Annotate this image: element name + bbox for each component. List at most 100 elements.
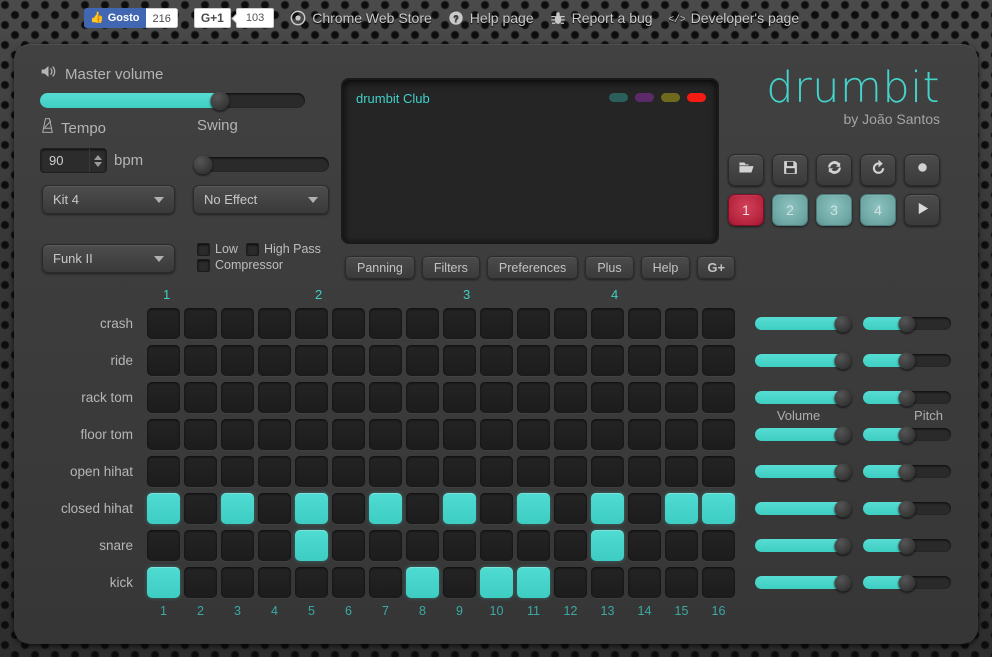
pitch-slider-snare[interactable] bbox=[863, 537, 951, 554]
step-cell-crash-1[interactable] bbox=[147, 308, 180, 339]
step-cell-snare-5[interactable] bbox=[295, 530, 328, 561]
step-cell-snare-2[interactable] bbox=[184, 530, 217, 561]
tempo-spinner-arrows[interactable] bbox=[89, 149, 106, 172]
step-cell-closed-hihat-4[interactable] bbox=[258, 493, 291, 524]
step-cell-crash-8[interactable] bbox=[406, 308, 439, 339]
step-cell-kick-10[interactable] bbox=[480, 567, 513, 598]
facebook-like-button[interactable]: 👍 Gosto 216 bbox=[84, 8, 178, 28]
step-cell-snare-12[interactable] bbox=[554, 530, 587, 561]
step-cell-kick-15[interactable] bbox=[665, 567, 698, 598]
step-cell-snare-8[interactable] bbox=[406, 530, 439, 561]
step-cell-floor-tom-15[interactable] bbox=[665, 419, 698, 450]
topbar-link-help-page[interactable]: ? Help page bbox=[448, 10, 534, 26]
help-button[interactable]: Help bbox=[640, 256, 691, 279]
step-cell-snare-15[interactable] bbox=[665, 530, 698, 561]
step-cell-snare-10[interactable] bbox=[480, 530, 513, 561]
step-cell-kick-8[interactable] bbox=[406, 567, 439, 598]
step-cell-rack-tom-16[interactable] bbox=[702, 382, 735, 413]
volume-knob-floor-tom[interactable] bbox=[834, 426, 852, 443]
step-cell-rack-tom-2[interactable] bbox=[184, 382, 217, 413]
gplus-widget[interactable]: G+1 103 bbox=[193, 8, 275, 28]
step-cell-snare-7[interactable] bbox=[369, 530, 402, 561]
step-cell-ride-6[interactable] bbox=[332, 345, 365, 376]
step-cell-rack-tom-13[interactable] bbox=[591, 382, 624, 413]
undo-button[interactable] bbox=[860, 154, 896, 186]
step-cell-open-hihat-1[interactable] bbox=[147, 456, 180, 487]
pattern-button-1[interactable]: 1 bbox=[728, 194, 764, 226]
step-cell-closed-hihat-7[interactable] bbox=[369, 493, 402, 524]
step-cell-closed-hihat-13[interactable] bbox=[591, 493, 624, 524]
step-cell-rack-tom-15[interactable] bbox=[665, 382, 698, 413]
step-cell-closed-hihat-12[interactable] bbox=[554, 493, 587, 524]
swing-knob[interactable] bbox=[193, 155, 213, 174]
step-cell-kick-16[interactable] bbox=[702, 567, 735, 598]
step-cell-closed-hihat-8[interactable] bbox=[406, 493, 439, 524]
step-cell-open-hihat-8[interactable] bbox=[406, 456, 439, 487]
pitch-knob-rack-tom[interactable] bbox=[898, 389, 916, 406]
step-cell-kick-11[interactable] bbox=[517, 567, 550, 598]
step-cell-snare-9[interactable] bbox=[443, 530, 476, 561]
step-cell-rack-tom-9[interactable] bbox=[443, 382, 476, 413]
preferences-button[interactable]: Preferences bbox=[486, 256, 579, 279]
step-cell-rack-tom-11[interactable] bbox=[517, 382, 550, 413]
step-cell-ride-7[interactable] bbox=[369, 345, 402, 376]
step-cell-ride-9[interactable] bbox=[443, 345, 476, 376]
step-cell-floor-tom-4[interactable] bbox=[258, 419, 291, 450]
volume-slider-closed-hihat[interactable] bbox=[755, 500, 852, 517]
step-cell-crash-16[interactable] bbox=[702, 308, 735, 339]
step-cell-kick-13[interactable] bbox=[591, 567, 624, 598]
step-cell-open-hihat-11[interactable] bbox=[517, 456, 550, 487]
step-cell-ride-16[interactable] bbox=[702, 345, 735, 376]
volume-slider-floor-tom[interactable] bbox=[755, 426, 852, 443]
lcd-display[interactable]: drumbit Club bbox=[341, 78, 719, 244]
step-cell-crash-15[interactable] bbox=[665, 308, 698, 339]
step-cell-ride-4[interactable] bbox=[258, 345, 291, 376]
checkbox-high-pass[interactable]: High Pass bbox=[245, 242, 321, 256]
volume-knob-crash[interactable] bbox=[834, 315, 852, 332]
step-cell-kick-14[interactable] bbox=[628, 567, 661, 598]
volume-slider-kick[interactable] bbox=[755, 574, 852, 591]
tempo-stepper[interactable]: 90 bbox=[40, 148, 107, 173]
step-cell-open-hihat-6[interactable] bbox=[332, 456, 365, 487]
step-cell-closed-hihat-16[interactable] bbox=[702, 493, 735, 524]
pattern-button-2[interactable]: 2 bbox=[772, 194, 808, 226]
pitch-knob-floor-tom[interactable] bbox=[898, 426, 916, 443]
step-cell-snare-6[interactable] bbox=[332, 530, 365, 561]
pattern-button-4[interactable]: 4 bbox=[860, 194, 896, 226]
pitch-slider-ride[interactable] bbox=[863, 352, 951, 369]
volume-knob-ride[interactable] bbox=[834, 352, 852, 369]
kit-select[interactable]: Kit 4 bbox=[42, 185, 175, 214]
step-cell-closed-hihat-14[interactable] bbox=[628, 493, 661, 524]
pitch-knob-kick[interactable] bbox=[898, 574, 916, 591]
step-cell-crash-3[interactable] bbox=[221, 308, 254, 339]
step-cell-closed-hihat-6[interactable] bbox=[332, 493, 365, 524]
pitch-slider-crash[interactable] bbox=[863, 315, 951, 332]
pitch-slider-closed-hihat[interactable] bbox=[863, 500, 951, 517]
step-cell-closed-hihat-10[interactable] bbox=[480, 493, 513, 524]
panning-button[interactable]: Panning bbox=[345, 256, 415, 279]
step-cell-ride-2[interactable] bbox=[184, 345, 217, 376]
pitch-knob-open-hihat[interactable] bbox=[898, 463, 916, 480]
step-cell-crash-2[interactable] bbox=[184, 308, 217, 339]
step-cell-kick-9[interactable] bbox=[443, 567, 476, 598]
step-cell-crash-6[interactable] bbox=[332, 308, 365, 339]
step-cell-open-hihat-4[interactable] bbox=[258, 456, 291, 487]
step-cell-kick-6[interactable] bbox=[332, 567, 365, 598]
volume-knob-open-hihat[interactable] bbox=[834, 463, 852, 480]
step-cell-open-hihat-10[interactable] bbox=[480, 456, 513, 487]
step-cell-floor-tom-10[interactable] bbox=[480, 419, 513, 450]
step-cell-snare-14[interactable] bbox=[628, 530, 661, 561]
step-cell-snare-13[interactable] bbox=[591, 530, 624, 561]
step-cell-crash-5[interactable] bbox=[295, 308, 328, 339]
step-cell-floor-tom-12[interactable] bbox=[554, 419, 587, 450]
gplus-share-button[interactable]: G+ bbox=[697, 256, 736, 279]
step-cell-floor-tom-13[interactable] bbox=[591, 419, 624, 450]
plus-button[interactable]: Plus bbox=[585, 256, 634, 279]
step-cell-floor-tom-3[interactable] bbox=[221, 419, 254, 450]
pattern-select[interactable]: Funk II bbox=[42, 244, 175, 273]
step-cell-crash-13[interactable] bbox=[591, 308, 624, 339]
step-cell-closed-hihat-1[interactable] bbox=[147, 493, 180, 524]
gplus-button[interactable]: G+1 bbox=[193, 8, 231, 28]
step-cell-open-hihat-16[interactable] bbox=[702, 456, 735, 487]
step-cell-kick-3[interactable] bbox=[221, 567, 254, 598]
